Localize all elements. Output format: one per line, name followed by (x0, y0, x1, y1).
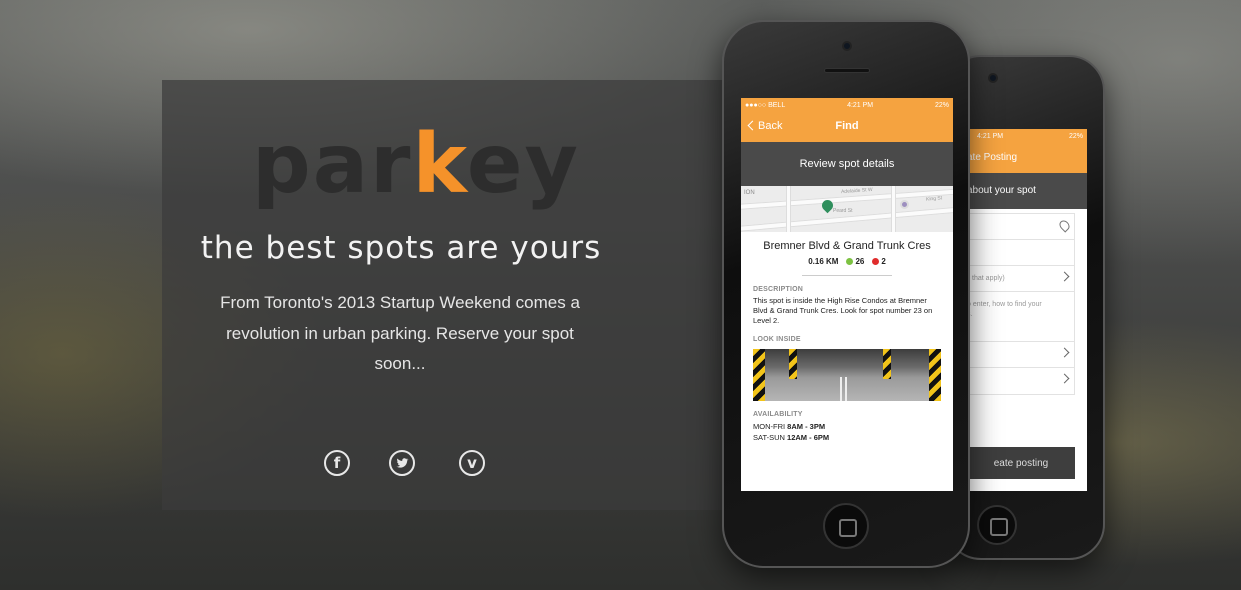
divider (802, 275, 892, 276)
carrier-label: ●●●○○ BELL (745, 101, 786, 109)
availability-row: MON-FRI 8AM - 3PM (753, 422, 826, 431)
available-dot-icon (846, 258, 854, 266)
twitter-icon[interactable] (389, 450, 415, 476)
front-camera (988, 73, 998, 83)
look-inside-label: LOOK INSIDE (753, 336, 801, 343)
map-poi-icon (900, 200, 909, 209)
distance-label: 0.16 KM (808, 257, 839, 266)
nav-bar: Back Find (741, 112, 953, 142)
posting-form: ll that apply) o enter, how to find your… (967, 209, 1087, 395)
availability-row: SAT-SUN 12AM - 6PM (753, 433, 830, 442)
home-button[interactable] (977, 505, 1017, 545)
chevron-right-icon (1059, 347, 1070, 358)
description-label: DESCRIPTION (753, 286, 804, 293)
photo-field[interactable] (967, 342, 1074, 368)
spot-details: Bremner Blvd & Grand Trunk Cres 0.16 KM … (741, 240, 953, 442)
tagline: the best spots are yours (200, 230, 602, 266)
location-field[interactable] (967, 214, 1074, 240)
front-camera (842, 41, 852, 51)
create-posting-button[interactable]: eate posting (967, 447, 1075, 479)
home-button[interactable] (823, 503, 869, 549)
parkey-logo: parkey (252, 117, 580, 212)
phone-front-screen: ●●●○○ BELL 4:21 PM 22% Back Find Review … (741, 98, 953, 491)
nav-bar: ate Posting (967, 143, 1087, 173)
vimeo-icon[interactable]: v (459, 450, 485, 476)
battery-indicator: 22% (1068, 132, 1083, 140)
instructions-field[interactable]: o enter, how to find your s. (967, 292, 1074, 342)
battery-indicator: 22% (934, 101, 949, 109)
chevron-right-icon (1059, 373, 1070, 384)
section-header: about your spot (967, 173, 1087, 209)
clock: 4:21 PM (847, 101, 874, 109)
availability-list: MON-FRI 8AM - 3PM SAT-SUN 12AM - 6PM (753, 422, 941, 442)
phone-front: ●●●○○ BELL 4:21 PM 22% Back Find Review … (722, 20, 970, 568)
section-header: Review spot details (741, 142, 953, 186)
hero-description: From Toronto's 2013 Startup Weekend come… (220, 293, 580, 373)
spot-meta: 0.16 KM 26 2 (753, 257, 941, 266)
taken-dot-icon (872, 258, 880, 266)
taken-count: 2 (872, 257, 886, 266)
form-field[interactable] (967, 240, 1074, 266)
facebook-icon[interactable]: f (324, 450, 350, 476)
status-bar: ●●●○○ BELL 4:21 PM 22% (741, 98, 953, 112)
phone-back-screen: 4:21 PM 22% ate Posting about your spot … (967, 129, 1087, 491)
earpiece (824, 68, 870, 73)
chevron-right-icon (1059, 271, 1070, 282)
description-text: This spot is inside the High Rise Condos… (753, 296, 933, 325)
features-field[interactable]: ll that apply) (967, 266, 1074, 292)
availability-label: AVAILABILITY (753, 411, 803, 418)
availability-field[interactable] (967, 368, 1074, 394)
twitter-bird-icon (396, 458, 409, 468)
nav-title: Find (835, 120, 859, 132)
status-bar: 4:21 PM 22% (967, 129, 1087, 143)
info-panel: parkey the best spots are yours From Tor… (162, 80, 727, 510)
location-pin-icon (1057, 218, 1072, 233)
available-count: 26 (846, 257, 864, 266)
garage-photo[interactable] (753, 349, 941, 401)
nav-title: ate Posting (967, 152, 1018, 163)
spot-title: Bremner Blvd & Grand Trunk Cres (763, 240, 931, 252)
map-view[interactable]: ION Adelaide St W King St Peard St (741, 186, 953, 232)
